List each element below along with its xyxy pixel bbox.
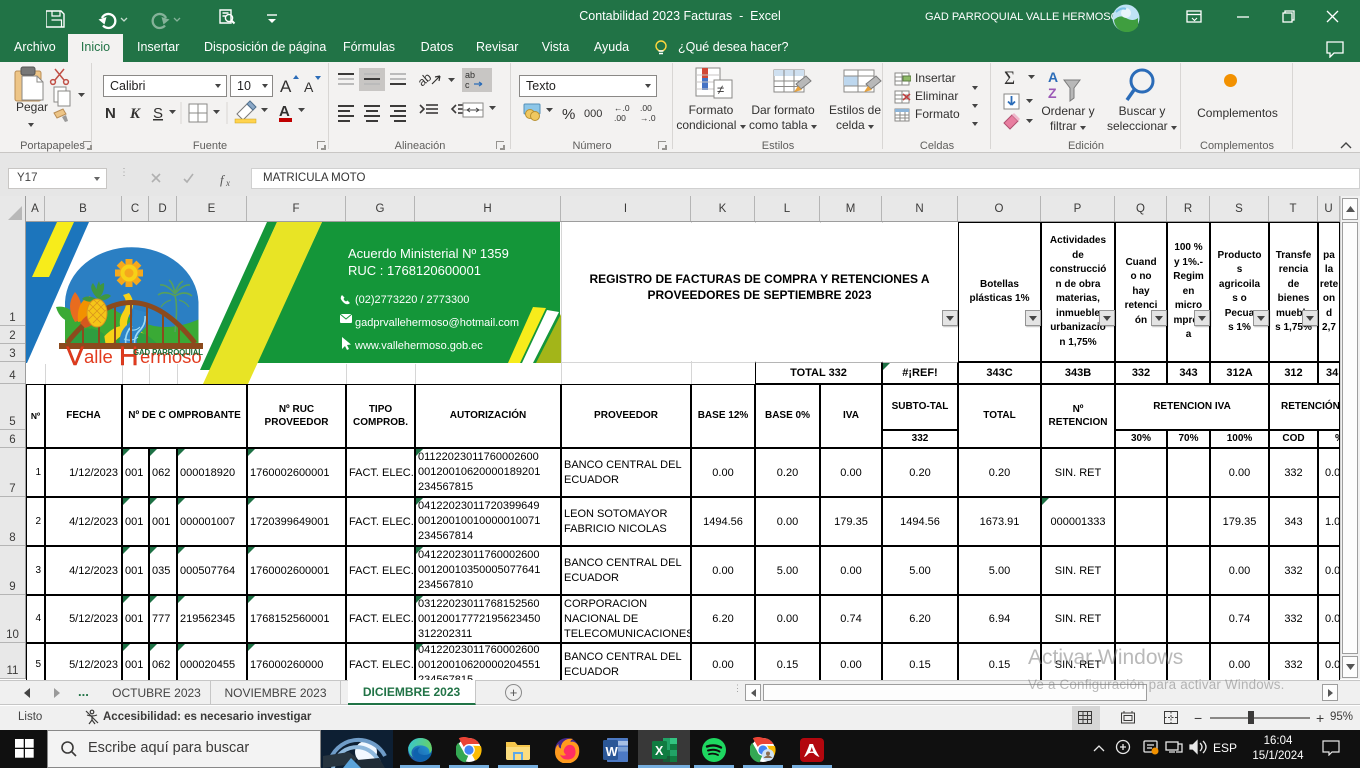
svg-text:K: K [129, 106, 141, 122]
svg-text:A: A [1048, 69, 1058, 85]
svg-text:A: A [304, 79, 314, 95]
svg-text:(02)2773220 / 2773300: (02)2773220 / 2773300 [355, 294, 469, 306]
svg-text:Acuerdo Ministerial Nº 1359: Acuerdo Ministerial Nº 1359 [348, 246, 509, 261]
svg-text:X: X [655, 744, 664, 758]
svg-text:GAD PARROQUIAL: GAD PARROQUIAL [133, 348, 203, 357]
svg-text:S: S [153, 105, 163, 122]
svg-text:N: N [105, 105, 116, 122]
svg-text:alle: alle [84, 346, 113, 367]
svg-text:Z: Z [1048, 85, 1057, 101]
svg-text:←.0: ←.0 [614, 103, 630, 113]
svg-text:c: c [465, 80, 470, 90]
svg-text:ab: ab [415, 70, 434, 90]
svg-text:Σ: Σ [1004, 68, 1015, 89]
svg-text:www.vallehermoso.gob.ec: www.vallehermoso.gob.ec [354, 340, 483, 352]
svg-text:000: 000 [584, 108, 602, 120]
svg-text:≠: ≠ [717, 82, 724, 97]
svg-text:.00: .00 [640, 103, 652, 113]
svg-text:%: % [562, 106, 575, 123]
svg-text:x: x [225, 178, 230, 188]
svg-text:gadprvallehermoso@hotmail.com: gadprvallehermoso@hotmail.com [355, 317, 519, 329]
svg-text:W: W [606, 744, 619, 759]
svg-text:RUC : 1768120600001: RUC : 1768120600001 [348, 263, 481, 278]
svg-text:A: A [279, 103, 290, 120]
svg-text:.00: .00 [614, 113, 626, 123]
svg-text:→.0: →.0 [640, 113, 656, 123]
svg-text:V: V [66, 341, 84, 371]
svg-text:ab: ab [465, 70, 475, 80]
svg-text:A: A [280, 77, 292, 96]
